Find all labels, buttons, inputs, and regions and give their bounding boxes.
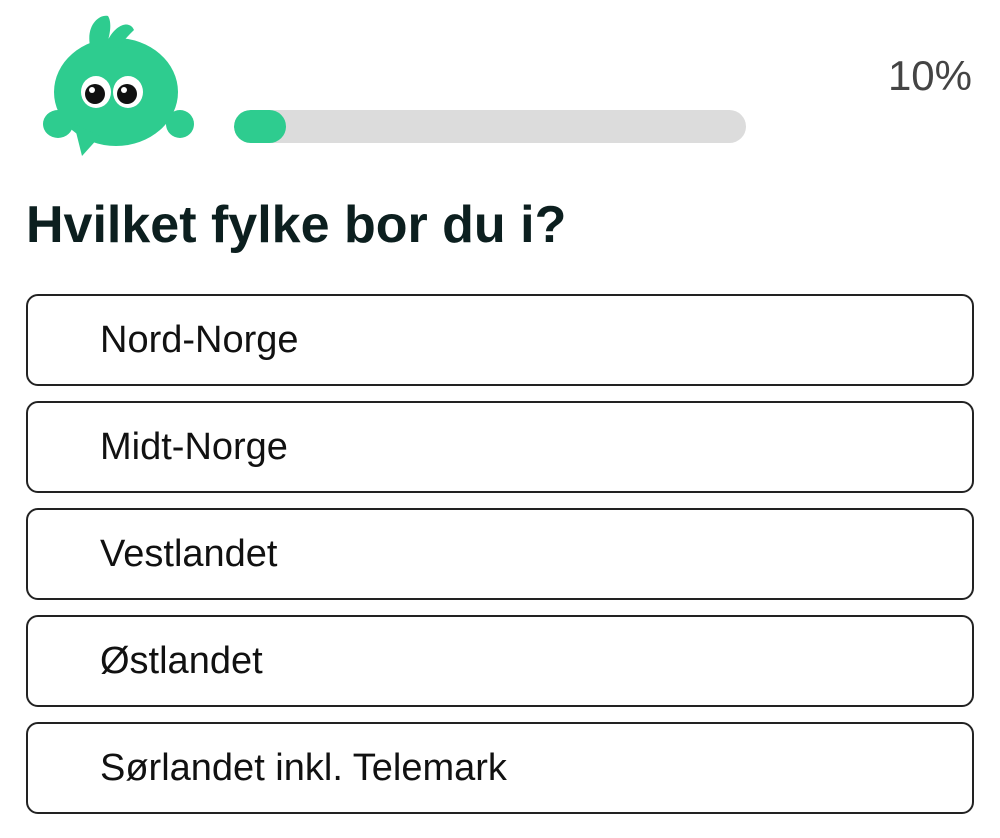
progress-bar <box>234 110 746 143</box>
answer-option-button[interactable]: Nord-Norge <box>26 294 974 386</box>
answer-option-label: Østlandet <box>100 639 263 682</box>
answer-option-button[interactable]: Østlandet <box>26 615 974 707</box>
answer-option-button[interactable]: Vestlandet <box>26 508 974 600</box>
question-title: Hvilket fylke bor du i? <box>26 196 567 254</box>
answer-option-button[interactable]: Midt-Norge <box>26 401 974 493</box>
answer-option-label: Nord-Norge <box>100 318 299 361</box>
answer-option-button[interactable]: Sørlandet inkl. Telemark <box>26 722 974 814</box>
progress-percent: 10% <box>887 52 972 99</box>
options-list: Nord-Norge Midt-Norge Vestlandet Østlandet S… <box>26 294 974 829</box>
answer-option-label: Sørlandet inkl. Telemark <box>100 746 507 789</box>
answer-option-label: Midt-Norge <box>100 425 288 468</box>
answer-option-label: Vestlandet <box>100 532 278 575</box>
progress-bar-fill <box>234 110 286 143</box>
mascot-icon <box>38 12 198 162</box>
